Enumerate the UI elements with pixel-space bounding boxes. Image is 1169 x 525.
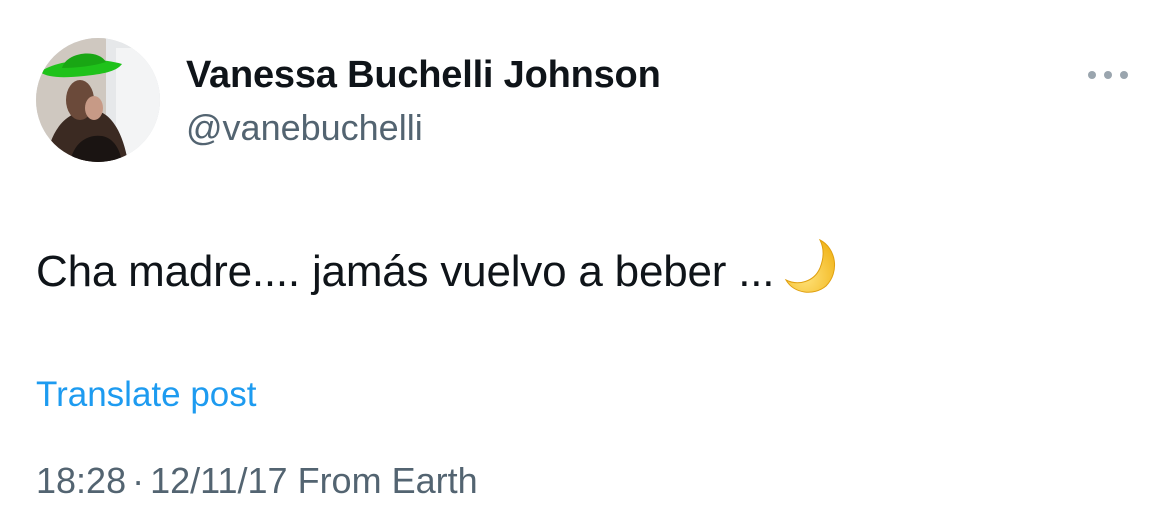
post-metadata: 18:28 · 12/11/17 From Earth (36, 458, 478, 504)
post-text: Cha madre.... jamás vuelvo a beber ... (36, 236, 840, 308)
avatar[interactable] (36, 38, 160, 162)
author-display-name[interactable]: Vanessa Buchelli Johnson (186, 52, 661, 98)
meta-separator: · (132, 460, 145, 501)
more-options-button[interactable] (1078, 58, 1138, 92)
post-date[interactable]: 12/11/17 (150, 460, 287, 501)
tweet-card: Vanessa Buchelli Johnson @vanebuchelli C… (0, 0, 1169, 525)
crescent-moon-icon (782, 236, 840, 308)
author-handle[interactable]: @vanebuchelli (186, 106, 423, 150)
translate-post-link[interactable]: Translate post (36, 373, 256, 417)
post-time[interactable]: 18:28 (36, 460, 126, 501)
more-horizontal-icon (1088, 71, 1128, 79)
post-source: From Earth (297, 460, 478, 501)
avatar-image (36, 38, 160, 162)
post-text-content: Cha madre.... jamás vuelvo a beber ... (36, 247, 775, 296)
